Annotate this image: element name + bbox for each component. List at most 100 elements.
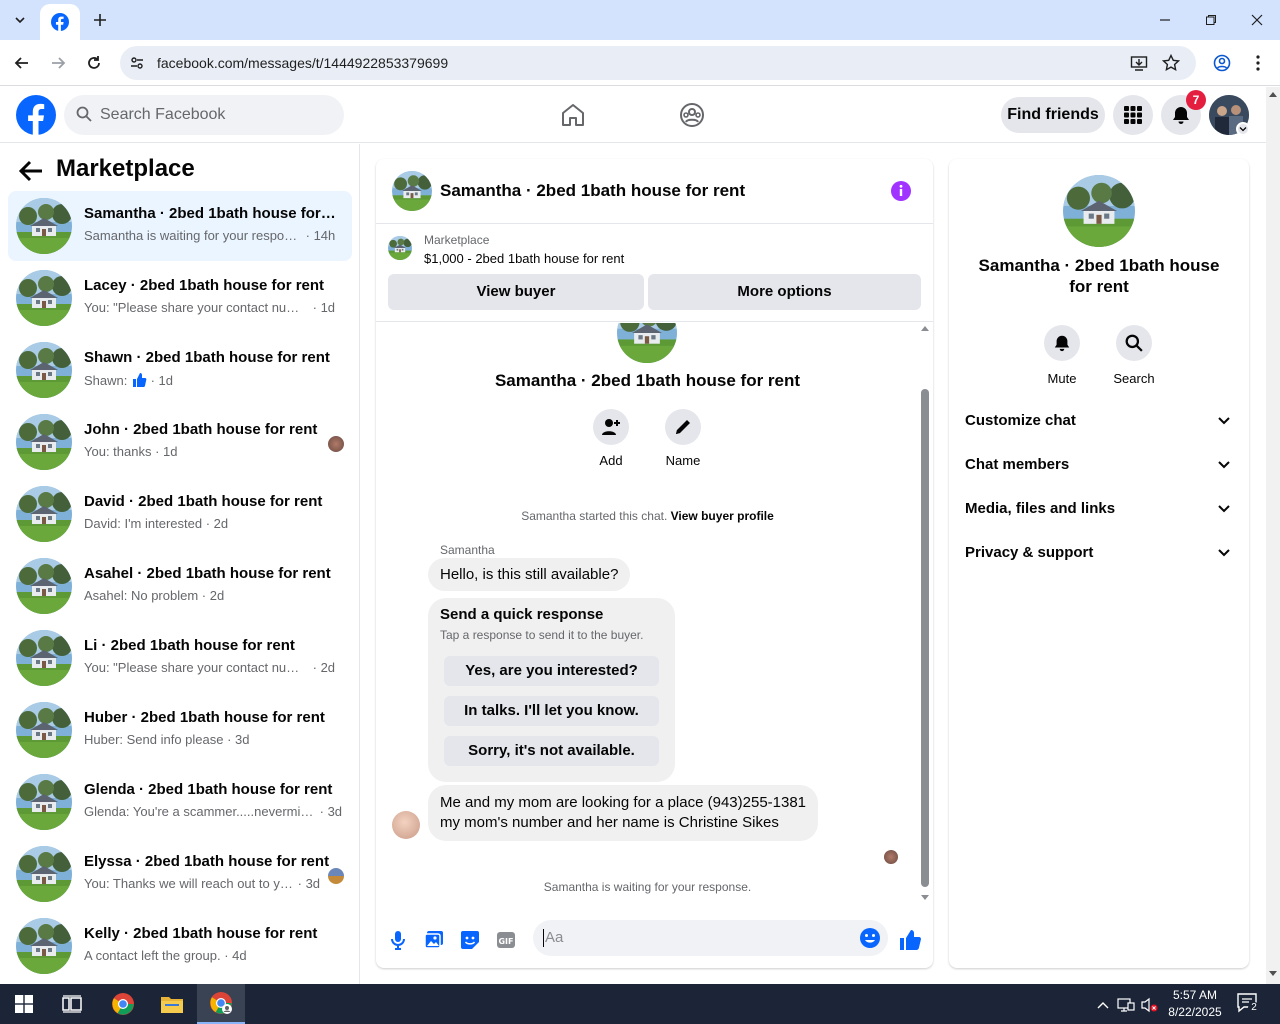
reload-icon[interactable] [81, 50, 107, 76]
tab-search-dropdown-icon[interactable] [8, 8, 32, 32]
chat-thumbnail[interactable] [392, 171, 432, 211]
close-window-icon[interactable] [1234, 0, 1280, 40]
listing-thumbnail [16, 918, 72, 974]
chat-header: Samantha · 2bed 1bath house for rent [376, 159, 933, 224]
back-arrow-icon[interactable] [18, 159, 44, 183]
listing-thumbnail [16, 630, 72, 686]
emoji-icon[interactable] [859, 927, 881, 949]
more-options-button[interactable]: More options [648, 274, 921, 310]
sender-avatar[interactable] [392, 811, 420, 839]
message-input-placeholder: Aa [545, 929, 564, 946]
facebook-favicon-icon [51, 13, 69, 31]
add-action[interactable]: Add [581, 409, 641, 468]
conversation-item[interactable]: Glenda · 2bed 1bath house for rent Glend… [8, 767, 352, 837]
message-input[interactable]: Aa [533, 920, 888, 956]
conversation-item[interactable]: Lacey · 2bed 1bath house for rent You: "… [8, 263, 352, 333]
listing-thumbnail [16, 846, 72, 902]
task-view-icon[interactable] [48, 984, 96, 1024]
media-files-links-section[interactable]: Media, files and links [957, 487, 1241, 531]
search-icon [76, 106, 92, 122]
restore-icon[interactable] [1188, 0, 1234, 40]
file-explorer-icon[interactable] [148, 984, 196, 1024]
gif-icon[interactable]: GIF [492, 926, 520, 954]
conversation-list-panel: Marketplace Samantha · 2bed 1bath house … [0, 144, 360, 984]
conversation-item[interactable]: Shawn · 2bed 1bath house for rent Shawn:… [8, 335, 352, 405]
browser-tab-facebook[interactable] [40, 4, 80, 40]
address-bar[interactable]: facebook.com/messages/t/1444922853379699 [120, 46, 1196, 80]
search-facebook-input[interactable]: Search Facebook [64, 95, 344, 135]
like-thumbs-up-icon[interactable] [896, 926, 924, 954]
chat-title[interactable]: Samantha · 2bed 1bath house for rent [440, 181, 745, 201]
conversation-item[interactable]: Huber · 2bed 1bath house for rent Huber:… [8, 695, 352, 765]
conversation-item[interactable]: Asahel · 2bed 1bath house for rent Asahe… [8, 551, 352, 621]
minimize-icon[interactable] [1142, 0, 1188, 40]
profile-icon[interactable] [1209, 50, 1235, 76]
url-text[interactable]: facebook.com/messages/t/1444922853379699 [157, 55, 448, 71]
install-app-icon[interactable] [1128, 52, 1150, 74]
chrome-active-window-icon[interactable] [197, 984, 245, 1024]
conversation-item[interactable]: David · 2bed 1bath house for rent David:… [8, 479, 352, 549]
sticker-icon[interactable] [456, 926, 484, 954]
customize-chat-section[interactable]: Customize chat [957, 399, 1241, 443]
chrome-taskbar-icon[interactable] [99, 984, 147, 1024]
details-title: Samantha · 2bed 1bath house for rent [978, 256, 1220, 296]
conversation-item[interactable]: Li · 2bed 1bath house for rent You: "Ple… [8, 623, 352, 693]
bookmark-star-icon[interactable] [1160, 52, 1182, 74]
forward-icon[interactable] [45, 50, 71, 76]
conversation-item[interactable]: Samantha · 2bed 1bath house for rent Sam… [8, 191, 352, 261]
site-settings-icon[interactable] [126, 52, 148, 74]
home-icon[interactable] [558, 100, 588, 130]
action-center-icon[interactable]: 2 [1236, 992, 1260, 1014]
facebook-logo-icon[interactable] [16, 95, 56, 135]
network-icon[interactable] [1117, 996, 1135, 1014]
listing-thumbnail [16, 270, 72, 326]
quick-response-option[interactable]: Sorry, it's not available. [444, 736, 659, 766]
tray-chevron-up-icon[interactable] [1094, 996, 1112, 1014]
quick-response-option[interactable]: In talks. I'll let you know. [444, 696, 659, 726]
menu-grid-icon[interactable] [1113, 95, 1153, 135]
chat-profile-thumbnail [617, 323, 677, 363]
privacy-support-section[interactable]: Privacy & support [957, 531, 1241, 575]
quick-response-option[interactable]: Yes, are you interested? [444, 656, 659, 686]
info-icon[interactable] [890, 180, 912, 202]
chat-profile-name: Samantha · 2bed 1bath house for rent [494, 371, 801, 390]
waiting-notice: Samantha is waiting for your response. [543, 880, 752, 894]
listing-thumbnail [16, 486, 72, 542]
view-buyer-button[interactable]: View buyer [388, 274, 644, 310]
chevron-down-icon [1218, 549, 1230, 557]
conversation-item[interactable]: John · 2bed 1bath house for rent You: th… [8, 407, 352, 477]
mute-action[interactable]: Mute [1032, 325, 1092, 386]
account-caret-icon[interactable] [1236, 122, 1250, 136]
back-icon[interactable] [9, 50, 35, 76]
message-bubble[interactable]: Hello, is this still available? [428, 558, 631, 591]
windows-start-icon[interactable] [0, 984, 48, 1024]
view-buyer-profile-link[interactable]: View buyer profile [671, 509, 774, 523]
chat-started-notice: Samantha started this chat. View buyer p… [521, 509, 774, 523]
listing-thumbnail [16, 198, 72, 254]
quick-response-card: Send a quick response Tap a response to … [428, 598, 675, 782]
microphone-icon[interactable] [384, 926, 412, 954]
read-receipt-avatar [328, 868, 344, 884]
seen-avatar [884, 850, 898, 864]
groups-icon[interactable] [677, 100, 707, 130]
conversation-item[interactable]: Kelly · 2bed 1bath house for rent A cont… [8, 911, 352, 981]
system-clock[interactable]: 5:57 AM 8/22/2025 [1160, 987, 1230, 1021]
photo-icon[interactable] [420, 926, 448, 954]
svg-text:GIF: GIF [498, 937, 513, 946]
listing-price-title[interactable]: $1,000 - 2bed 1bath house for rent [424, 251, 624, 266]
windows-taskbar: 5:57 AM 8/22/2025 2 [0, 984, 1280, 1024]
page-scrollbar[interactable] [1266, 87, 1280, 984]
chat-members-section[interactable]: Chat members [957, 443, 1241, 487]
message-bubble[interactable]: Me and my mom are looking for a place (9… [428, 785, 819, 841]
conversation-item[interactable]: Elyssa · 2bed 1bath house for rent You: … [8, 839, 352, 909]
thread-scrollbar-thumb[interactable] [921, 389, 929, 887]
search-action[interactable]: Search [1104, 325, 1164, 386]
browser-menu-icon[interactable] [1245, 50, 1271, 76]
name-action[interactable]: Name [653, 409, 713, 468]
find-friends-button[interactable]: Find friends [1001, 97, 1105, 133]
volume-muted-icon[interactable] [1141, 996, 1159, 1014]
pencil-icon [676, 420, 690, 434]
search-icon [1125, 334, 1143, 352]
new-tab-icon[interactable] [88, 8, 112, 32]
thread-scrollbar[interactable] [919, 323, 931, 907]
